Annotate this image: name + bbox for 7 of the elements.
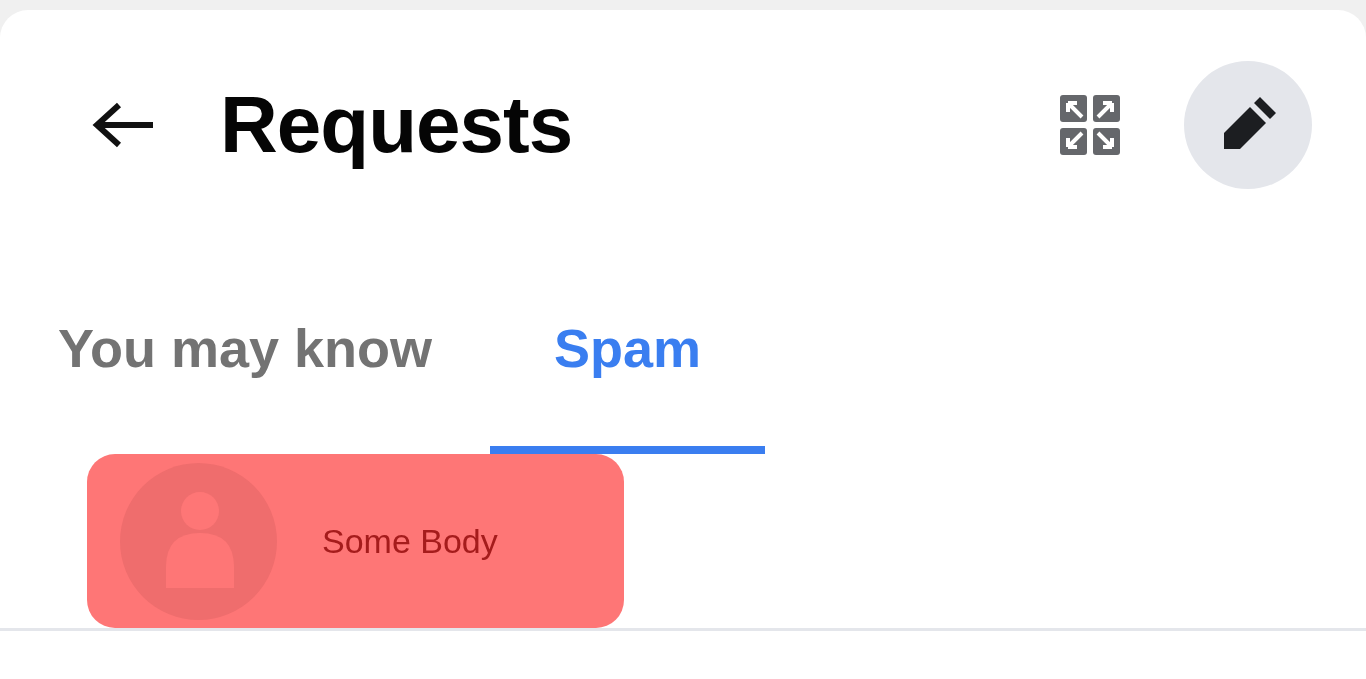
tab[interactable]: You may know xyxy=(0,250,491,454)
request-item[interactable]: Some Body xyxy=(87,454,624,628)
page-title: Requests xyxy=(220,79,573,171)
contact-name: Some Body xyxy=(322,520,498,562)
expand-icon xyxy=(1060,95,1120,155)
back-arrow-icon xyxy=(91,101,155,149)
expand-button[interactable] xyxy=(1058,93,1122,157)
